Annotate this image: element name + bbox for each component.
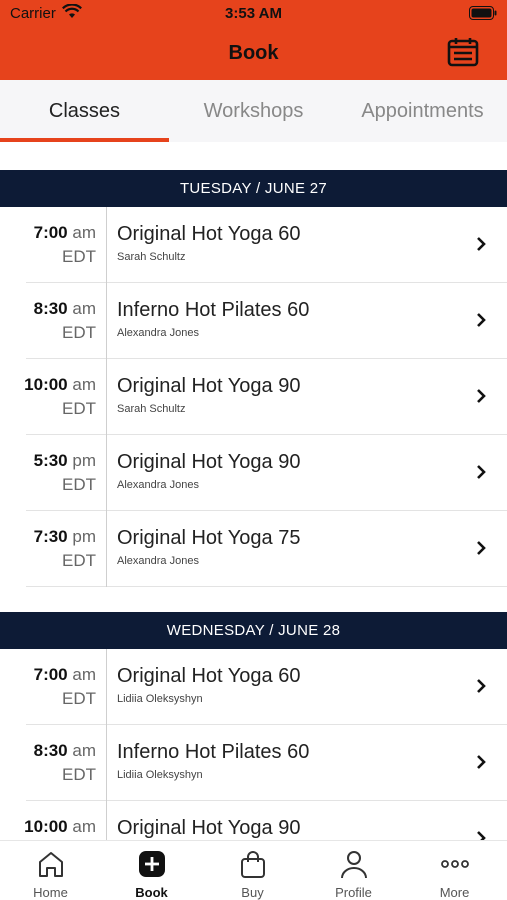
time-ampm: am (72, 665, 96, 684)
class-title: Inferno Hot Pilates 60 (117, 741, 310, 763)
time-zone: EDT (62, 323, 96, 342)
chevron-right-icon (477, 831, 486, 840)
tab-more[interactable]: More (404, 841, 505, 900)
time-ampm: am (72, 375, 96, 394)
time-ampm: pm (72, 527, 96, 546)
class-row[interactable]: 10:00 am EDT Original Hot Yoga 90 Sarah … (24, 359, 507, 435)
more-dots-icon (441, 860, 469, 868)
tab-buy[interactable]: Buy (202, 841, 303, 900)
chevron-right-icon (477, 465, 486, 479)
time-zone: EDT (62, 399, 96, 418)
time-ampm: am (72, 741, 96, 760)
class-title: Original Hot Yoga 90 (117, 451, 301, 473)
time-value: 10:00 (24, 817, 68, 836)
time-value: 7:00 (33, 665, 68, 684)
chevron-right-icon (477, 755, 486, 769)
class-time: 7:00 am EDT (26, 207, 107, 283)
booking-tabs: Classes Workshops Appointments (0, 80, 507, 142)
person-icon (341, 851, 367, 879)
home-icon (39, 852, 63, 877)
class-time: 7:30 pm EDT (26, 511, 107, 587)
tab-label: Home (33, 885, 68, 900)
instructor-name: Sarah Schultz (117, 251, 186, 263)
page-title: Book (228, 42, 279, 64)
class-row[interactable]: 10:00 am Original Hot Yoga 90 (24, 801, 507, 840)
tab-appointments[interactable]: Appointments (338, 80, 507, 142)
class-title: Original Hot Yoga 60 (117, 223, 301, 245)
time-ampm: am (72, 299, 96, 318)
top-header: Carrier 3:53 AM Book (0, 0, 507, 80)
tab-book[interactable]: Book (101, 841, 202, 900)
time-zone: EDT (62, 247, 96, 266)
class-title: Inferno Hot Pilates 60 (117, 299, 310, 321)
tab-classes[interactable]: Classes (0, 80, 169, 142)
time-value: 8:30 (33, 741, 68, 760)
calendar-icon[interactable] (447, 36, 479, 68)
tab-home[interactable]: Home (0, 841, 101, 900)
tab-label: Profile (335, 885, 372, 900)
class-time: 8:30 am EDT (26, 725, 107, 801)
class-row[interactable]: 5:30 pm EDT Original Hot Yoga 90 Alexand… (26, 435, 507, 511)
instructor-name: Sarah Schultz (117, 403, 186, 415)
class-title: Original Hot Yoga 75 (117, 527, 301, 549)
class-row[interactable]: 7:30 pm EDT Original Hot Yoga 75 Alexand… (26, 511, 507, 587)
tab-label: More (439, 885, 470, 900)
time-zone: EDT (62, 551, 96, 570)
time-zone: EDT (62, 765, 96, 784)
class-time: 8:30 am EDT (26, 283, 107, 359)
tab-label: Book (135, 885, 168, 900)
time-value: 10:00 (24, 375, 68, 394)
time-value: 7:00 (33, 223, 68, 242)
instructor-name: Alexandra Jones (117, 479, 199, 491)
tab-workshops[interactable]: Workshops (169, 80, 338, 142)
chevron-right-icon (477, 541, 486, 555)
class-time: 7:00 am EDT (26, 649, 107, 725)
time-value: 8:30 (33, 299, 68, 318)
day-header: WEDNESDAY / JUNE 28 (0, 612, 507, 649)
instructor-name: Lidiia Oleksyshyn (117, 769, 203, 781)
class-title: Original Hot Yoga 90 (117, 817, 301, 839)
instructor-name: Alexandra Jones (117, 555, 199, 567)
chevron-right-icon (477, 389, 486, 403)
shopping-bag-icon (241, 851, 265, 878)
time-zone: EDT (62, 689, 96, 708)
class-schedule-list[interactable]: TUESDAY / JUNE 27 7:00 am EDT Original H… (0, 142, 507, 840)
tab-profile[interactable]: Profile (303, 841, 404, 900)
class-row[interactable]: 8:30 am EDT Inferno Hot Pilates 60 Lidii… (26, 725, 507, 801)
class-time: 10:00 am EDT (24, 359, 107, 435)
instructor-name: Lidiia Oleksyshyn (117, 693, 203, 705)
time-ampm: am (72, 817, 96, 836)
instructor-name: Alexandra Jones (117, 327, 199, 339)
time-ampm: pm (72, 451, 96, 470)
time-value: 5:30 (33, 451, 68, 470)
class-title: Original Hot Yoga 90 (117, 375, 301, 397)
plus-square-icon (139, 851, 165, 877)
time-zone: EDT (62, 475, 96, 494)
battery-icon (469, 6, 497, 20)
class-row[interactable]: 8:30 am EDT Inferno Hot Pilates 60 Alexa… (26, 283, 507, 359)
time-ampm: am (72, 223, 96, 242)
status-time: 3:53 AM (225, 5, 282, 22)
chevron-right-icon (477, 313, 486, 327)
class-row[interactable]: 7:00 am EDT Original Hot Yoga 60 Sarah S… (26, 207, 507, 283)
day-header: TUESDAY / JUNE 27 (0, 170, 507, 207)
class-time: 10:00 am (24, 801, 107, 840)
time-value: 7:30 (33, 527, 68, 546)
chevron-right-icon (477, 237, 486, 251)
class-time: 5:30 pm EDT (26, 435, 107, 511)
tab-label: Buy (241, 885, 264, 900)
chevron-right-icon (477, 679, 486, 693)
class-title: Original Hot Yoga 60 (117, 665, 301, 687)
status-bar: Carrier 3:53 AM (0, 0, 507, 28)
bottom-tab-bar: Home Book Buy Profile More (0, 840, 507, 900)
class-row[interactable]: 7:00 am EDT Original Hot Yoga 60 Lidiia … (26, 649, 507, 725)
